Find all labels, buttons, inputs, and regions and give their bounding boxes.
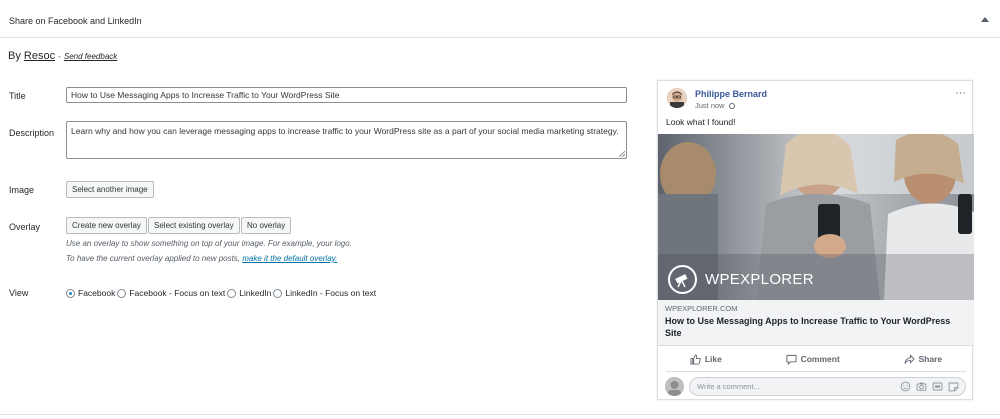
- bottom-divider: [0, 414, 1000, 415]
- share-icon: [903, 353, 915, 364]
- like-icon: [690, 353, 701, 365]
- description-textarea[interactable]: Learn why and how you can leverage messa…: [66, 121, 627, 159]
- radio-linkedin-focus-text[interactable]: [273, 288, 283, 298]
- overlay-default-help-prefix: To have the current overlay applied to n…: [66, 254, 241, 263]
- camera-icon[interactable]: [916, 381, 927, 392]
- make-default-overlay-link[interactable]: make it the default overlay.: [242, 254, 337, 263]
- view-option-linkedin-focus-text[interactable]: LinkedIn - Focus on text: [273, 288, 376, 298]
- select-existing-overlay-button[interactable]: Select existing overlay: [148, 217, 240, 234]
- radio-facebook[interactable]: [66, 288, 75, 298]
- image-label: Image: [9, 185, 35, 195]
- view-option-label: LinkedIn - Focus on text: [285, 288, 377, 298]
- comment-tools: [900, 381, 959, 392]
- send-feedback-link[interactable]: Send feedback: [64, 52, 117, 61]
- view-option-label: Facebook: [78, 288, 116, 298]
- post-time: Just now: [695, 101, 735, 110]
- sticker-icon[interactable]: [948, 381, 959, 392]
- title-label: Title: [9, 91, 26, 101]
- comment-divider: [666, 371, 966, 372]
- description-text: Learn why and how you can leverage messa…: [71, 126, 619, 136]
- link-domain: WPEXPLORER.COM: [665, 304, 738, 313]
- view-option-facebook-focus-text[interactable]: Facebook - Focus on text: [117, 288, 225, 298]
- panel-header: Share on Facebook and LinkedIn: [0, 0, 1000, 38]
- collapse-toggle-icon[interactable]: [980, 15, 990, 25]
- more-options-icon[interactable]: ···: [955, 87, 966, 99]
- overlay-help-text: Use an overlay to show something on top …: [66, 239, 352, 248]
- post-time-text: Just now: [695, 101, 725, 110]
- view-radio-group: Facebook Facebook - Focus on text Linked…: [66, 287, 378, 299]
- description-label: Description: [9, 128, 55, 138]
- no-overlay-button[interactable]: No overlay: [241, 217, 292, 234]
- gif-icon[interactable]: [932, 381, 943, 392]
- comment-icon: [786, 354, 797, 365]
- image-brand-text: WPEXPLORER: [705, 271, 814, 288]
- post-message: Look what I found!: [666, 117, 736, 127]
- author-avatar: [667, 88, 687, 108]
- brand-link[interactable]: Resoc: [24, 50, 55, 62]
- overlay-label: Overlay: [9, 222, 41, 232]
- comment-label: Comment: [800, 354, 840, 364]
- view-option-label: LinkedIn: [239, 288, 272, 298]
- view-option-label: Facebook - Focus on text: [129, 288, 226, 298]
- create-new-overlay-button[interactable]: Create new overlay: [66, 217, 147, 234]
- emoji-icon[interactable]: [900, 381, 911, 392]
- comment-placeholder: Write a comment...: [697, 382, 760, 391]
- share-button[interactable]: Share: [903, 353, 943, 365]
- panel-title: Share on Facebook and LinkedIn: [9, 16, 142, 26]
- select-another-image-button[interactable]: Select another image: [66, 181, 154, 198]
- comment-button[interactable]: Comment: [786, 354, 840, 365]
- byline: By Resoc - Send feedback: [8, 50, 117, 62]
- post-actions: Like Comment Share: [658, 349, 974, 369]
- like-label: Like: [704, 354, 722, 364]
- radio-facebook-focus-text[interactable]: [117, 288, 127, 298]
- resize-grip-icon[interactable]: [619, 151, 625, 157]
- comment-input[interactable]: Write a comment...: [689, 377, 966, 396]
- like-button[interactable]: Like: [690, 353, 722, 365]
- view-label: View: [9, 288, 29, 298]
- commenter-avatar: [665, 377, 684, 396]
- globe-icon: [728, 102, 735, 109]
- share-label: Share: [918, 354, 943, 364]
- link-preview[interactable]: WPEXPLORER.COM How to Use Messaging Apps…: [658, 300, 974, 346]
- wpexplorer-logo-icon: [668, 265, 697, 294]
- byline-by: By: [8, 50, 21, 62]
- view-option-facebook[interactable]: Facebook: [66, 288, 115, 298]
- title-input[interactable]: How to Use Messaging Apps to Increase Tr…: [66, 87, 627, 103]
- preview-image: WPEXPLORER: [658, 134, 974, 300]
- view-option-linkedin[interactable]: LinkedIn: [227, 288, 271, 298]
- link-title: How to Use Messaging Apps to Increase Tr…: [665, 316, 951, 338]
- radio-linkedin[interactable]: [227, 288, 237, 298]
- overlay-default-help: To have the current overlay applied to n…: [66, 254, 337, 263]
- facebook-preview-card: Philippe Bernard Just now ··· Look what …: [657, 80, 974, 400]
- byline-separator: -: [58, 52, 61, 61]
- author-name[interactable]: Philippe Bernard: [695, 89, 767, 99]
